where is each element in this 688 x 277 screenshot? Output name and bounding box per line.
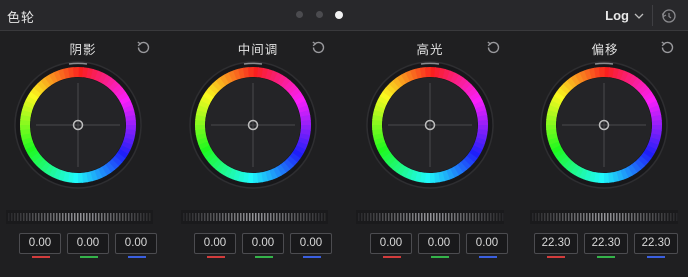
header-divider — [652, 5, 653, 26]
panel-title: 色轮 — [7, 11, 36, 26]
page-dot-3[interactable] — [335, 10, 343, 19]
blue-value-field[interactable]: 0.00 — [290, 233, 332, 258]
value-row: 0.00 0.00 0.00 — [194, 233, 332, 258]
red-value-field[interactable]: 0.00 — [370, 233, 412, 258]
red-value-field[interactable]: 0.00 — [194, 233, 236, 258]
channel-marker — [255, 256, 273, 258]
color-wheel[interactable] — [365, 60, 495, 190]
color-wheel[interactable] — [13, 60, 143, 190]
wheel-adjust-strip[interactable] — [6, 209, 153, 224]
channel-marker — [479, 256, 497, 258]
red-value-field[interactable]: 0.00 — [19, 233, 61, 258]
channel-marker — [128, 256, 146, 258]
green-value-field[interactable]: 0.00 — [67, 233, 109, 258]
channel-marker — [80, 256, 98, 258]
channel-marker — [431, 256, 449, 258]
wheel-adjust-strip[interactable] — [181, 209, 328, 224]
wheel-panel-offset: 偏移 22.30 22.30 22.30 — [524, 34, 684, 274]
blue-value-field[interactable]: 0.00 — [115, 233, 157, 258]
mode-label: Log — [605, 8, 629, 23]
page-indicator — [296, 10, 346, 21]
green-value-field[interactable]: 22.30 — [584, 233, 628, 258]
reset-icon[interactable] — [135, 39, 152, 56]
wheel-adjust-strip[interactable] — [356, 209, 504, 224]
channel-marker — [383, 256, 401, 258]
value-row: 0.00 0.00 0.00 — [19, 233, 157, 258]
wheel-panel-highlights: 高光 0.00 0.00 0.00 — [350, 34, 510, 274]
blue-value-field[interactable]: 0.00 — [466, 233, 508, 258]
wheel-adjust-strip[interactable] — [530, 209, 678, 224]
green-value-field[interactable]: 0.00 — [418, 233, 460, 258]
reset-icon[interactable] — [659, 39, 676, 56]
wheel-panel-shadows: 阴影 0.00 0.00 0.00 — [0, 34, 160, 274]
color-wheel[interactable] — [188, 60, 318, 190]
value-row: 0.00 0.00 0.00 — [370, 233, 508, 258]
channel-marker — [647, 256, 665, 258]
blue-value-field[interactable]: 22.30 — [634, 233, 678, 258]
page-dot-2[interactable] — [316, 11, 323, 18]
red-value-field[interactable]: 22.30 — [534, 233, 578, 258]
mode-dropdown[interactable]: Log — [597, 4, 649, 27]
color-wheel[interactable] — [539, 60, 669, 190]
channel-marker — [303, 256, 321, 258]
reset-icon[interactable] — [310, 39, 327, 56]
channel-marker — [207, 256, 225, 258]
channel-marker — [547, 256, 565, 258]
color-wheels-header: 色轮 Log — [0, 0, 688, 31]
reset-all-icon[interactable] — [660, 7, 678, 25]
reset-icon[interactable] — [485, 39, 502, 56]
value-row: 22.30 22.30 22.30 — [534, 233, 678, 258]
channel-marker — [32, 256, 50, 258]
chevron-down-icon — [634, 13, 644, 19]
channel-marker — [597, 256, 615, 258]
wheel-panel-midtones: 中间调 0.00 0.00 0.00 — [175, 34, 335, 274]
page-dot-1[interactable] — [296, 11, 303, 18]
green-value-field[interactable]: 0.00 — [242, 233, 284, 258]
